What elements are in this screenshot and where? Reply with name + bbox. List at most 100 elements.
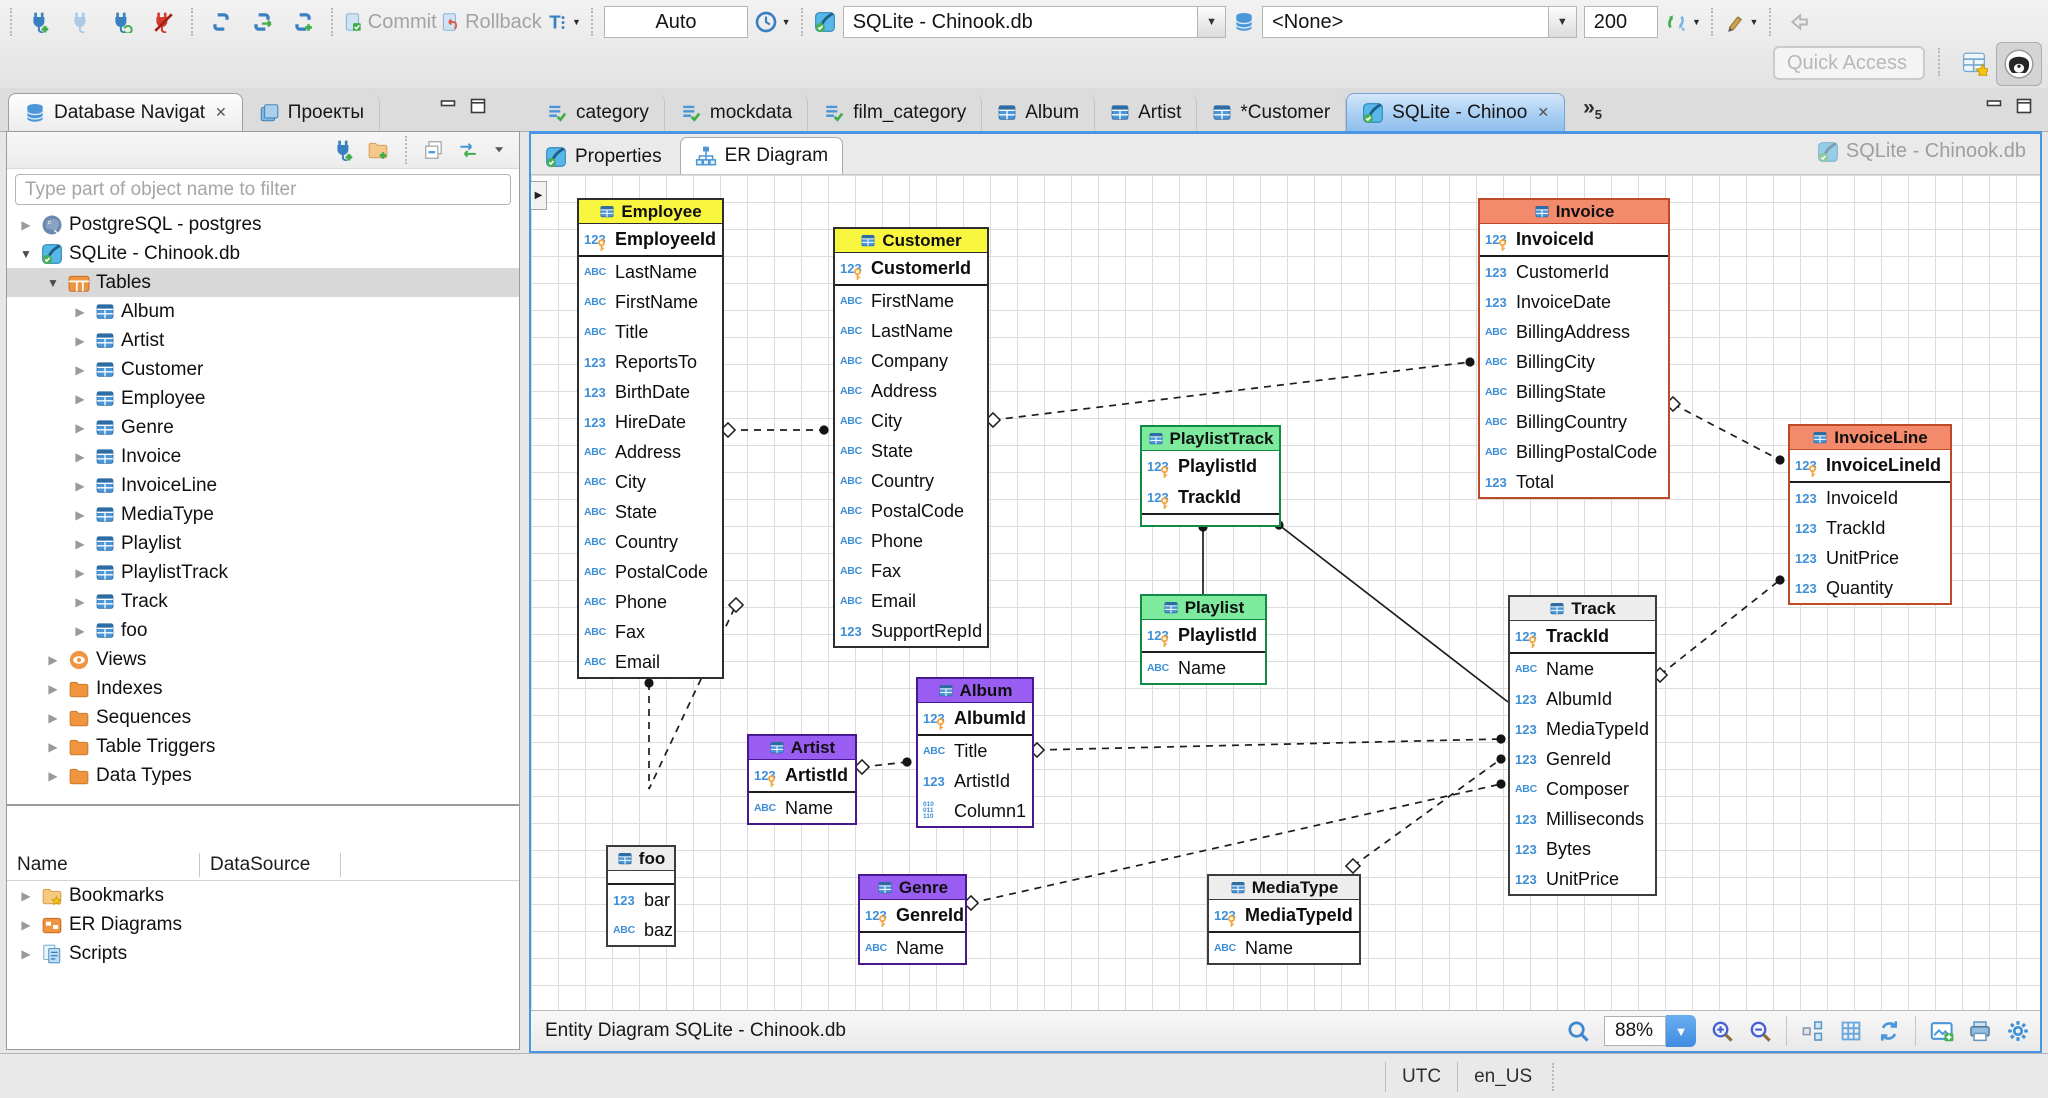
entity-header[interactable]: InvoiceLine	[1790, 426, 1950, 450]
entity-field-Milliseconds[interactable]: 123 Milliseconds	[1510, 804, 1655, 834]
entity-header[interactable]: Genre	[860, 876, 965, 900]
entity-foo[interactable]: foo 123 bar ABC baz	[606, 845, 676, 947]
entity-field-TrackId[interactable]: 123 TrackId	[1510, 621, 1655, 652]
entity-field-Title[interactable]: ABC Title	[918, 736, 1032, 766]
tree-item-playlist[interactable]: ▶ Playlist	[7, 529, 519, 558]
open-sql-script-button[interactable]	[245, 5, 279, 39]
collapsed-expander-icon[interactable]: ▶	[71, 479, 89, 493]
entity-field-MediaTypeId[interactable]: 123 MediaTypeId	[1209, 900, 1359, 931]
sidebar-tab-database-navigat[interactable]: Database Navigat ✕	[8, 93, 243, 131]
more-tabs-indicator[interactable]: »5	[1583, 96, 1602, 122]
tree-item-sqlite-chinook-db[interactable]: ▼ SQLite - Chinook.db	[7, 239, 519, 268]
entity-PlaylistTrack[interactable]: PlaylistTrack 123 PlaylistId 123 TrackId	[1140, 425, 1281, 527]
nav-collapse-all-button[interactable]	[423, 139, 445, 161]
expanded-expander-icon[interactable]: ▼	[44, 276, 62, 290]
collapsed-expander-icon[interactable]: ▶	[71, 508, 89, 522]
entity-field-Address[interactable]: ABC Address	[835, 376, 987, 406]
column-separator[interactable]	[340, 852, 341, 877]
entity-field-LastName[interactable]: ABC LastName	[579, 257, 722, 287]
tree-item-indexes[interactable]: ▶ Indexes	[7, 674, 519, 703]
new-sql-script-button[interactable]	[286, 5, 320, 39]
editor-tab-mockdata[interactable]: mockdata	[665, 94, 809, 131]
entity-Invoice[interactable]: Invoice 123 InvoiceId 123 CustomerId 123 Invoi…	[1478, 198, 1670, 499]
tree-item-foo[interactable]: ▶ foo	[7, 616, 519, 645]
entity-field-BillingCity[interactable]: ABC BillingCity	[1480, 347, 1668, 377]
entity-field-GenreId[interactable]: 123 GenreId	[860, 900, 965, 931]
entity-header[interactable]: Customer	[835, 229, 987, 253]
entity-field-City[interactable]: ABC City	[579, 467, 722, 497]
entity-field-Email[interactable]: ABC Email	[579, 647, 722, 677]
editor-tab-artist[interactable]: Artist	[1095, 94, 1198, 131]
collapsed-expander-icon[interactable]: ▶	[44, 711, 62, 725]
collapsed-expander-icon[interactable]: ▶	[44, 682, 62, 696]
collapsed-expander-icon[interactable]: ▶	[71, 566, 89, 580]
search-items-button[interactable]	[1566, 1019, 1590, 1043]
refresh-diagram-button[interactable]	[1877, 1019, 1901, 1043]
palette-toggle-button[interactable]: ▶	[531, 181, 547, 210]
nav-new-folder-button[interactable]	[367, 139, 389, 161]
sidebar-tab-проекты[interactable]: Проекты	[243, 94, 381, 131]
entity-field-SupportRepId[interactable]: 123 SupportRepId	[835, 616, 987, 646]
zoom-level-combo[interactable]: 88% ▼	[1604, 1015, 1696, 1047]
tree-item-postgresql-postgres[interactable]: ▶ PostgreSQL - postgres	[7, 210, 519, 239]
entity-field-Name[interactable]: ABC Name	[860, 933, 965, 963]
project-item-er-diagrams[interactable]: ▶ ER Diagrams	[7, 910, 519, 939]
collapsed-expander-icon[interactable]: ▶	[71, 537, 89, 551]
entity-Genre[interactable]: Genre 123 GenreId ABC Name	[858, 874, 967, 965]
diagram-settings-button[interactable]	[2006, 1019, 2030, 1043]
entity-field-BillingState[interactable]: ABC BillingState	[1480, 377, 1668, 407]
er-canvas[interactable]: ▶ Employee 123 EmployeeId ABC LastName ABC Fir…	[531, 175, 2040, 1010]
entity-field-PostalCode[interactable]: ABC PostalCode	[835, 496, 987, 526]
entity-Album[interactable]: Album 123 AlbumId ABC Title 123 ArtistId 010 011…	[916, 677, 1034, 828]
tree-item-tables[interactable]: ▼ Tables	[7, 268, 519, 297]
entity-field-Total[interactable]: 123 Total	[1480, 467, 1668, 497]
tree-item-sequences[interactable]: ▶ Sequences	[7, 703, 519, 732]
transaction-log-button[interactable]: T ▼	[546, 5, 581, 39]
minimize-icon[interactable]	[1984, 96, 2004, 116]
tree-item-track[interactable]: ▶ Track	[7, 587, 519, 616]
entity-field-Title[interactable]: ABC Title	[579, 317, 722, 347]
datasource-combo[interactable]: SQLite - Chinook.db ▼	[842, 6, 1227, 38]
close-icon[interactable]: ✕	[1537, 104, 1549, 121]
new-connection-button[interactable]	[23, 5, 57, 39]
entity-field-Email[interactable]: ABC Email	[835, 586, 987, 616]
fetch-size-input[interactable]	[1583, 6, 1658, 38]
entity-field-FirstName[interactable]: ABC FirstName	[579, 287, 722, 317]
relation-track-mediatype[interactable]	[1352, 758, 1502, 867]
auto-layout-button[interactable]	[1801, 1019, 1825, 1043]
entity-field-Composer[interactable]: ABC Composer	[1510, 774, 1655, 804]
collapsed-expander-icon[interactable]: ▶	[71, 305, 89, 319]
entity-field-Fax[interactable]: ABC Fax	[835, 556, 987, 586]
close-icon[interactable]: ✕	[215, 104, 227, 121]
entity-field-BillingCountry[interactable]: ABC BillingCountry	[1480, 407, 1668, 437]
relation-playlisttrack-track[interactable]	[1278, 524, 1509, 703]
tree-item-employee[interactable]: ▶ Employee	[7, 384, 519, 413]
entity-field-ArtistId[interactable]: 123 ArtistId	[749, 760, 855, 791]
locale-indicator[interactable]: en_US	[1458, 1066, 1548, 1088]
entity-header[interactable]: PlaylistTrack	[1142, 427, 1279, 451]
editor-tab-album[interactable]: Album	[982, 94, 1096, 131]
column-datasource[interactable]: DataSource	[200, 854, 340, 876]
nav-view-menu-button[interactable]	[491, 141, 509, 159]
nav-new-connection-button[interactable]	[333, 139, 355, 161]
tree-item-invoice[interactable]: ▶ Invoice	[7, 442, 519, 471]
inner-tab-properties[interactable]: Properties	[531, 140, 676, 174]
collapsed-expander-icon[interactable]: ▶	[44, 740, 62, 754]
entity-field-MediaTypeId[interactable]: 123 MediaTypeId	[1510, 714, 1655, 744]
entity-field-CustomerId[interactable]: 123 CustomerId	[835, 253, 987, 284]
open-perspective-button[interactable]	[1958, 46, 1992, 80]
entity-header[interactable]: Employee	[579, 200, 722, 224]
entity-field-LastName[interactable]: ABC LastName	[835, 316, 987, 346]
column-name[interactable]: Name	[7, 854, 199, 876]
entity-Track[interactable]: Track 123 TrackId ABC Name 123 AlbumId 123 Media…	[1508, 595, 1657, 896]
project-item-scripts[interactable]: ▶ Scripts	[7, 939, 519, 968]
entity-field-PlaylistId[interactable]: 123 PlaylistId	[1142, 620, 1265, 651]
collapsed-expander-icon[interactable]: ▶	[17, 889, 35, 903]
object-filter-input[interactable]	[15, 174, 511, 205]
entity-field-BillingAddress[interactable]: ABC BillingAddress	[1480, 317, 1668, 347]
entity-field-BirthDate[interactable]: 123 BirthDate	[579, 377, 722, 407]
entity-field-Fax[interactable]: ABC Fax	[579, 617, 722, 647]
tree-item-genre[interactable]: ▶ Genre	[7, 413, 519, 442]
entity-field-Quantity[interactable]: 123 Quantity	[1790, 573, 1950, 603]
entity-field-PostalCode[interactable]: ABC PostalCode	[579, 557, 722, 587]
